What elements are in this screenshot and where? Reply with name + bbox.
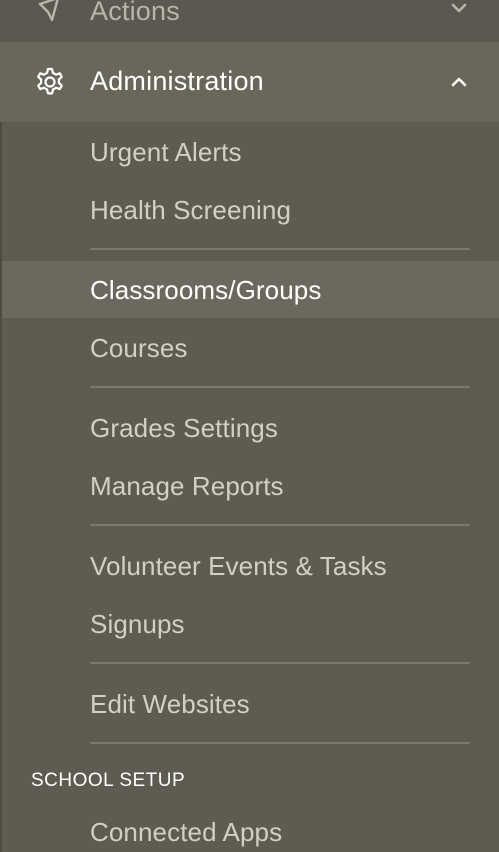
chevron-down-icon[interactable] xyxy=(449,0,469,18)
chevron-up-icon[interactable] xyxy=(449,72,469,92)
nav-item-classrooms-groups-label: Classrooms/Groups xyxy=(90,275,322,305)
nav-item-volunteer-events-tasks[interactable]: Volunteer Events & Tasks xyxy=(90,551,387,582)
nav-item-grades-settings[interactable]: Grades Settings xyxy=(90,413,278,444)
nav-item-manage-reports[interactable]: Manage Reports xyxy=(90,471,284,502)
nav-item-classrooms-groups[interactable]: Classrooms/Groups xyxy=(2,261,499,318)
divider xyxy=(90,386,470,388)
nav-item-health-screening[interactable]: Health Screening xyxy=(90,195,291,226)
group-heading-school-setup: SCHOOL SETUP xyxy=(31,770,186,791)
nav-item-signups[interactable]: Signups xyxy=(90,609,185,640)
nav-section-actions-label: Actions xyxy=(90,0,180,26)
gear-icon xyxy=(37,67,63,95)
megaphone-icon xyxy=(38,0,59,22)
sidebar-edge xyxy=(0,0,2,852)
divider xyxy=(90,662,470,664)
divider xyxy=(90,524,470,526)
nav-item-connected-apps[interactable]: Connected Apps xyxy=(90,817,282,848)
divider xyxy=(90,742,470,744)
nav-section-actions[interactable]: Actions xyxy=(0,0,499,42)
nav-section-administration-label: Administration xyxy=(90,66,264,96)
nav-item-courses[interactable]: Courses xyxy=(90,333,188,364)
nav-item-urgent-alerts[interactable]: Urgent Alerts xyxy=(90,137,242,168)
nav-section-administration[interactable]: Administration xyxy=(0,42,499,122)
nav-item-edit-websites[interactable]: Edit Websites xyxy=(90,689,250,720)
divider xyxy=(90,248,470,250)
